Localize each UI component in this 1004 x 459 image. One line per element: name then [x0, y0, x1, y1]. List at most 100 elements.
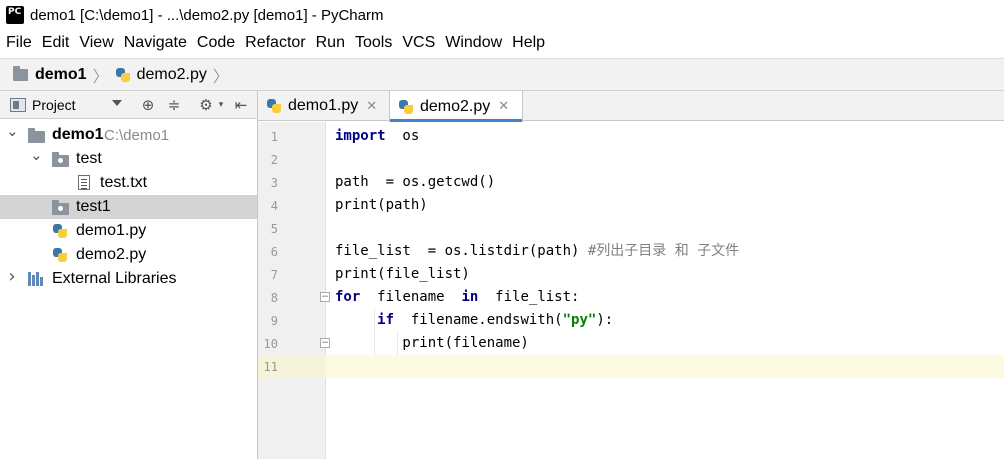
fold-marker-icon[interactable]: −	[320, 292, 330, 302]
chevron-down-icon[interactable]	[112, 100, 122, 106]
tree-item-label: demo1	[52, 126, 104, 143]
tree-item-external-libraries[interactable]: › External Libraries	[0, 267, 257, 291]
python-file-icon	[266, 98, 282, 114]
code-token: print(path)	[335, 197, 428, 213]
gear-dropdown-icon[interactable]: ▾	[213, 97, 229, 113]
line-number: 8	[270, 291, 278, 305]
folder-icon	[52, 200, 69, 215]
project-path-hint: C:\demo1	[104, 127, 170, 144]
keyword-token: for	[335, 289, 361, 305]
code-token: file_list:	[478, 289, 580, 305]
close-icon[interactable]: ✕	[366, 99, 377, 114]
navigation-bar: demo1 〉 demo2.py 〉	[0, 58, 1004, 91]
comment-token: #列出子目录 和 子文件	[587, 243, 740, 259]
tree-item-demo1-py[interactable]: demo1.py	[0, 219, 257, 243]
project-view-icon	[10, 97, 26, 112]
collapse-all-icon[interactable]: ≑	[166, 97, 182, 113]
line-number: 6	[270, 245, 278, 259]
folder-icon	[28, 128, 45, 143]
python-file-icon	[115, 67, 131, 83]
folder-icon	[52, 152, 69, 167]
breadcrumb-file[interactable]: demo2.py	[137, 66, 207, 84]
code-line: print(filename)	[335, 332, 529, 355]
keyword-token: if	[377, 312, 395, 328]
python-file-icon	[398, 99, 414, 115]
tree-item-test1[interactable]: test1	[0, 195, 257, 219]
line-number: 5	[270, 222, 278, 236]
gear-icon[interactable]: ⚙	[198, 97, 214, 113]
tab-label: demo1.py	[288, 97, 359, 114]
chevron-right-icon[interactable]: ›	[6, 268, 18, 286]
editor-tab-bar: demo1.py ✕ demo2.py ✕	[258, 91, 1004, 122]
menu-edit[interactable]: Edit	[38, 34, 74, 52]
title-bar: PC demo1 [C:\demo1] - ...\demo2.py [demo…	[0, 0, 1004, 30]
string-token: "py"	[562, 312, 597, 328]
tree-item-label: test.txt	[100, 174, 148, 191]
keyword-token: import	[335, 128, 386, 144]
line-number: 3	[270, 176, 278, 190]
pycharm-logo-icon: PC	[4, 4, 26, 26]
tab-demo2-py[interactable]: demo2.py ✕	[389, 91, 523, 122]
window-title: demo1 [C:\demo1] - ...\demo2.py [demo1] …	[30, 6, 384, 24]
code-line: file_list = os.listdir(path) #列出子目录 和 子文…	[335, 240, 739, 263]
code-line: print(file_list)	[335, 263, 470, 286]
tree-item-demo2-py[interactable]: demo2.py	[0, 243, 257, 267]
close-icon[interactable]: ✕	[498, 99, 509, 114]
tree-item-label: test	[76, 150, 102, 167]
line-number-gutter: 1 2 3 4 5 6 7 8 9 10 11	[258, 122, 326, 459]
menu-tools[interactable]: Tools	[351, 34, 396, 52]
chevron-down-icon[interactable]: ⌄	[30, 148, 43, 163]
menu-window[interactable]: Window	[441, 34, 506, 52]
library-icon	[28, 272, 45, 286]
code-token: print(file_list)	[335, 266, 470, 282]
keyword-token: in	[461, 289, 479, 305]
line-number: 2	[270, 153, 278, 167]
locate-target-icon[interactable]: ⊕	[140, 97, 156, 113]
tree-item-label: demo1.py	[76, 222, 147, 239]
menu-run[interactable]: Run	[312, 34, 349, 52]
breadcrumb-separator: 〉	[212, 68, 229, 86]
tab-demo1-py[interactable]: demo1.py ✕	[258, 91, 388, 121]
fold-marker-icon[interactable]: −	[320, 338, 330, 348]
code-token: filename.endswith(	[394, 312, 563, 328]
code-token: file_list = os.listdir(path)	[335, 243, 588, 259]
code-token: os	[385, 128, 420, 144]
line-number: 11	[263, 360, 278, 374]
tree-item-test[interactable]: ⌄ test	[0, 147, 257, 171]
code-line: print(path)	[335, 194, 428, 217]
menu-help[interactable]: Help	[508, 34, 549, 52]
code-token: path = os.getcwd()	[335, 174, 496, 190]
menu-navigate[interactable]: Navigate	[120, 34, 191, 52]
code-line: import os	[335, 125, 419, 148]
code-token: print(filename)	[335, 335, 529, 351]
line-number: 10	[263, 337, 278, 351]
tree-item-label: test1	[76, 198, 111, 215]
tree-item-label: External Libraries	[52, 270, 177, 287]
menu-code[interactable]: Code	[193, 34, 239, 52]
menu-file[interactable]: File	[0, 34, 36, 52]
menu-refactor[interactable]: Refactor	[241, 34, 309, 52]
hide-panel-icon[interactable]: ⇤	[233, 97, 249, 113]
menu-vcs[interactable]: VCS	[398, 34, 439, 52]
tree-item-label: demo2.py	[76, 246, 147, 263]
project-view-selector[interactable]: Project	[32, 97, 76, 113]
python-file-icon	[52, 247, 68, 263]
breadcrumb-project[interactable]: demo1	[35, 66, 87, 84]
menu-bar: File Edit View Navigate Code Refactor Run Tools…	[0, 30, 1004, 56]
current-line-highlight	[326, 355, 1004, 378]
code-line: for filename in file_list:	[335, 286, 579, 309]
menu-view[interactable]: View	[75, 34, 117, 52]
code-editor[interactable]: 1 2 3 4 5 6 7 8 9 10 11 − − import os path = os.getcw…	[258, 122, 1004, 459]
line-number: 4	[270, 199, 278, 213]
tree-item-demo1[interactable]: ⌄ demo1 C:\demo1	[0, 123, 257, 147]
chevron-down-icon[interactable]: ⌄	[6, 124, 19, 139]
text-file-icon	[78, 175, 90, 190]
tab-label: demo2.py	[420, 97, 491, 115]
line-number: 7	[270, 268, 278, 282]
tree-item-test-txt[interactable]: test.txt	[0, 171, 257, 195]
project-panel-header: Project ⊕ ≑ ⚙ ▾ ⇤	[0, 91, 257, 119]
folder-icon	[13, 65, 28, 81]
code-line: if filename.endswith("py"):	[335, 309, 613, 332]
breadcrumb-separator: 〉	[92, 68, 109, 86]
